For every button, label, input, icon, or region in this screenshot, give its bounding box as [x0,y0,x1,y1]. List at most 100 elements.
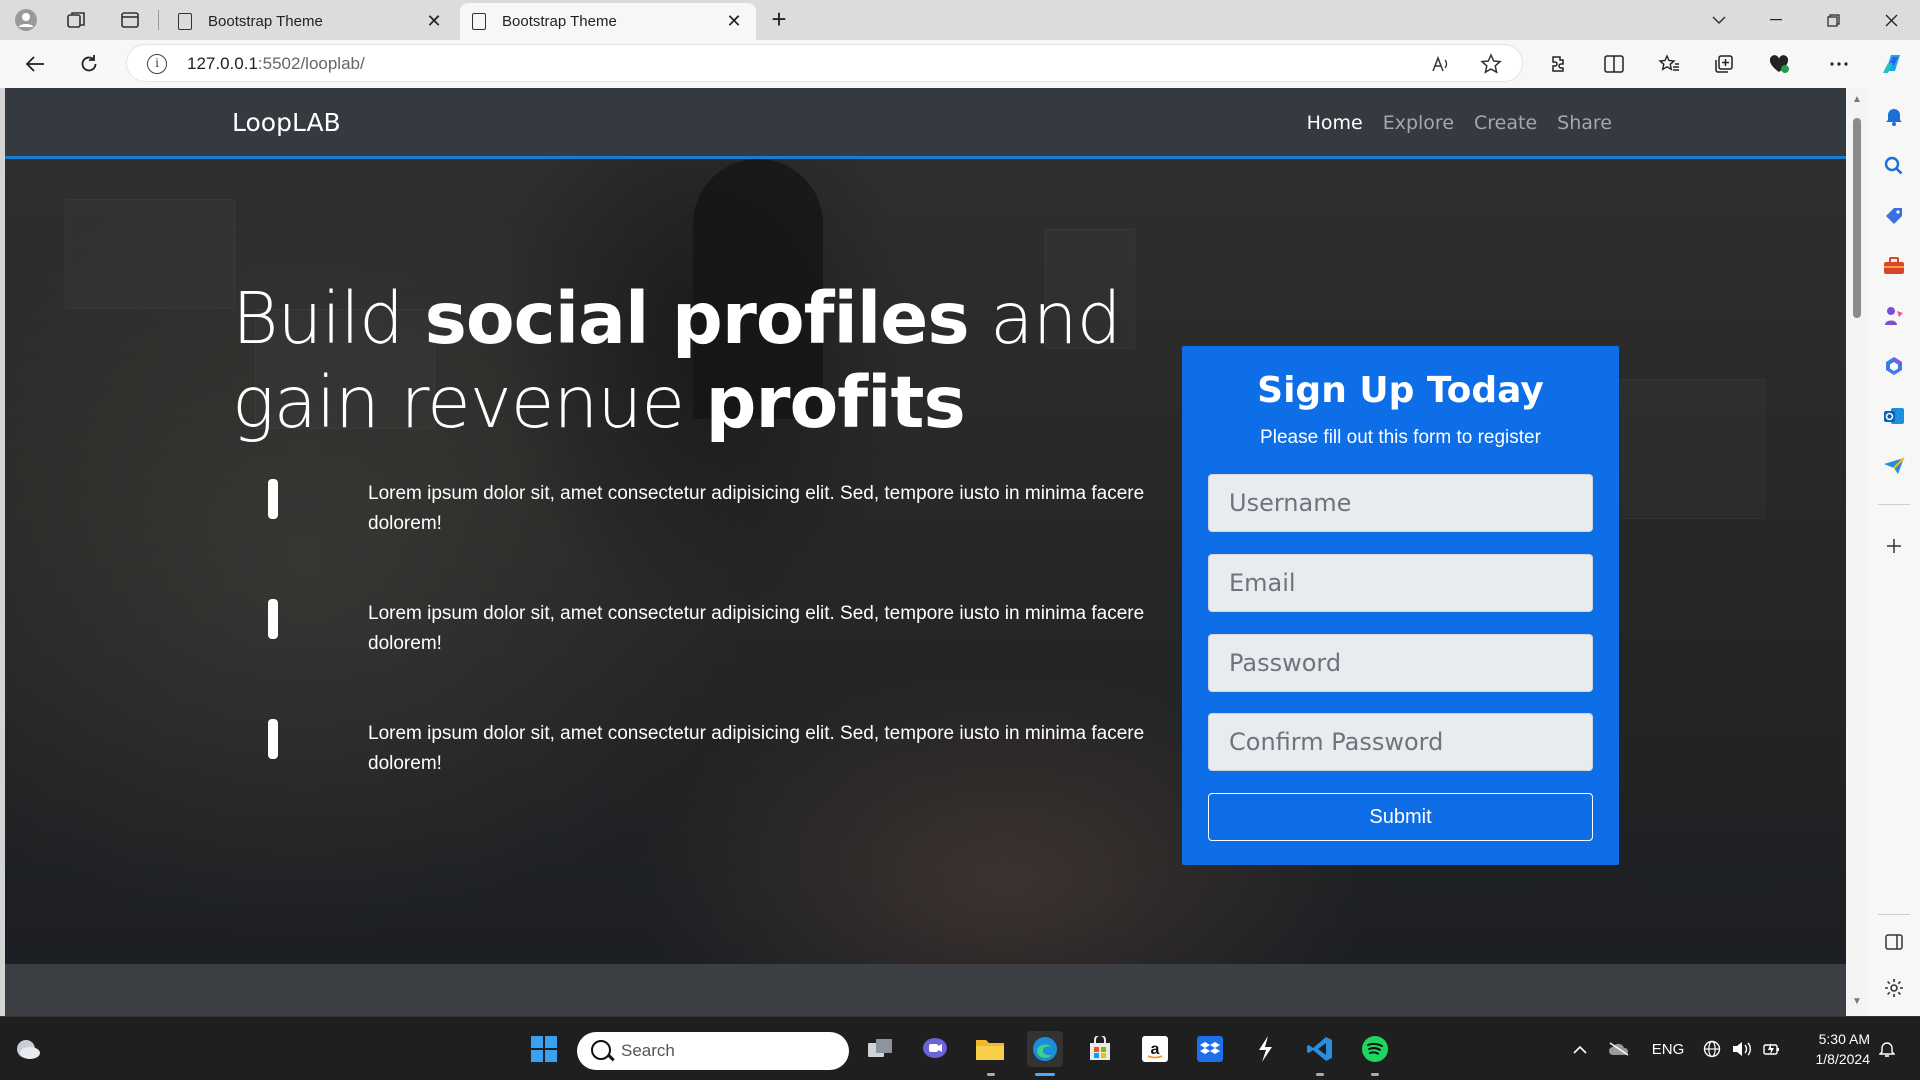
username-input[interactable] [1208,474,1593,532]
split-screen-icon[interactable] [1597,48,1631,80]
tab-list-chevron-icon[interactable] [1690,0,1748,40]
refresh-icon[interactable] [72,48,106,80]
tools-briefcase-icon[interactable] [1880,252,1908,280]
minimize-button[interactable] [1747,0,1805,40]
nav-share[interactable]: Share [1557,112,1612,134]
document-icon [178,13,192,30]
clock-time: 5:30 AM [1818,1031,1870,1047]
workspaces-icon[interactable] [60,5,92,35]
network-globe-icon[interactable] [1700,1017,1724,1080]
running-indicator [1371,1073,1379,1076]
scroll-down-icon[interactable]: ▼ [1851,996,1863,1008]
headline-bold: profits [705,361,966,444]
profile-icon[interactable] [10,5,42,35]
onedrive-offline-icon[interactable] [1606,1017,1632,1080]
tab-bootstrap-theme-1[interactable]: Bootstrap Theme ✕ [166,3,456,40]
favorites-icon[interactable] [1652,48,1686,80]
feature-text: Lorem ipsum dolor sit, amet consectetur … [368,603,1145,654]
close-tab-icon[interactable]: ✕ [724,11,744,32]
outlook-icon[interactable] [1880,402,1908,430]
address-bar[interactable]: i 127.0.0.1:5502/looplab/ [126,44,1523,82]
confirm-password-input[interactable] [1208,713,1593,771]
search-icon [591,1040,611,1060]
vscode-icon[interactable] [1302,1031,1338,1067]
brand-logo[interactable]: LoopLAB [232,108,341,137]
tab-title: Bootstrap Theme [208,13,323,30]
document-icon [472,13,486,30]
scroll-thumb[interactable] [1853,118,1861,318]
nav-links: Home Explore Create Share [1287,112,1612,134]
page-scrollbar[interactable]: ▲ ▼ [1846,88,1868,1016]
windows-taskbar: Search a ENG 5:30 AM 1/8/2024 [0,1016,1920,1080]
volume-icon[interactable] [1730,1017,1754,1080]
games-icon[interactable] [1880,302,1908,330]
spotify-icon[interactable] [1357,1031,1393,1067]
file-explorer-icon[interactable] [972,1031,1008,1067]
vertical-tabs-icon[interactable] [114,5,146,35]
running-indicator [1316,1073,1324,1076]
signup-title: Sign Up Today [1257,370,1544,411]
close-tab-icon[interactable]: ✕ [424,11,444,32]
add-sidebar-app-icon[interactable] [1880,532,1908,560]
start-windows-icon[interactable] [526,1031,562,1067]
notifications-bell-icon[interactable] [1880,102,1908,130]
app-bolt-icon[interactable] [1247,1031,1283,1067]
microsoft-365-icon[interactable] [1880,352,1908,380]
url-text[interactable]: 127.0.0.1:5502/looplab/ [187,54,365,74]
tab-separator [158,10,159,30]
favorite-star-icon[interactable] [1479,52,1503,76]
feature-text: Lorem ipsum dolor sit, amet consectetur … [368,723,1145,774]
copilot-icon[interactable] [1876,48,1910,80]
extensions-icon[interactable] [1542,48,1576,80]
task-view-icon[interactable] [862,1031,898,1067]
search-sidebar-icon[interactable] [1880,152,1908,180]
scroll-up-icon[interactable]: ▲ [1851,94,1863,106]
close-window-button[interactable] [1862,0,1920,40]
hero-section: Build social profiles and gain revenue p… [5,159,1846,964]
feature-item: Lorem ipsum dolor sit, amet consectetur … [232,719,1144,779]
nav-explore[interactable]: Explore [1383,112,1454,134]
feature-item: Lorem ipsum dolor sit, amet consectetur … [232,479,1144,539]
edge-browser-icon[interactable] [1027,1031,1063,1067]
active-indicator [1035,1073,1055,1076]
taskbar-search[interactable]: Search [577,1032,849,1070]
edge-sidebar [1868,88,1920,1016]
shopping-tag-icon[interactable] [1880,202,1908,230]
dropbox-icon[interactable] [1192,1031,1228,1067]
nav-create[interactable]: Create [1474,112,1537,134]
show-hidden-icons-chevron-icon[interactable] [1568,1017,1592,1080]
language-indicator[interactable]: ENG [1650,1017,1686,1080]
sidebar-divider [1878,504,1910,505]
drop-send-icon[interactable] [1880,452,1908,480]
site-info-icon[interactable]: i [147,54,167,74]
read-aloud-icon[interactable] [1429,52,1453,76]
hero-headline: Build social profiles and gain revenue p… [232,277,1132,445]
collections-icon[interactable] [1707,48,1741,80]
signup-card: Sign Up Today Please fill out this form … [1182,346,1619,865]
feature-bullet-icon [268,599,278,639]
password-input[interactable] [1208,634,1593,692]
submit-button[interactable]: Submit [1208,793,1593,841]
browser-essentials-icon[interactable] [1762,48,1796,80]
tab-bootstrap-theme-2[interactable]: Bootstrap Theme ✕ [460,3,756,40]
restore-button[interactable] [1804,0,1862,40]
site-navbar: LoopLAB Home Explore Create Share [5,88,1846,159]
sidebar-divider [1878,914,1910,915]
system-clock[interactable]: 5:30 AM 1/8/2024 [1780,1029,1871,1069]
amazon-icon[interactable]: a [1137,1031,1173,1067]
microsoft-store-icon[interactable] [1082,1031,1118,1067]
weather-widget-icon[interactable] [10,1031,46,1067]
settings-gear-icon[interactable] [1880,974,1908,1002]
running-indicator [987,1073,995,1076]
more-options-icon[interactable] [1822,48,1856,80]
notification-center-bell-icon[interactable] [1872,1017,1902,1080]
new-tab-button[interactable]: + [764,5,794,35]
teams-chat-icon[interactable] [917,1031,953,1067]
clock-date: 1/8/2024 [1815,1051,1871,1067]
email-input[interactable] [1208,554,1593,612]
feature-text: Lorem ipsum dolor sit, amet consectetur … [368,483,1145,534]
nav-home[interactable]: Home [1307,112,1363,134]
hide-sidebar-icon[interactable] [1880,928,1908,956]
svg-text:a: a [1151,1041,1160,1058]
back-icon[interactable] [18,48,52,80]
